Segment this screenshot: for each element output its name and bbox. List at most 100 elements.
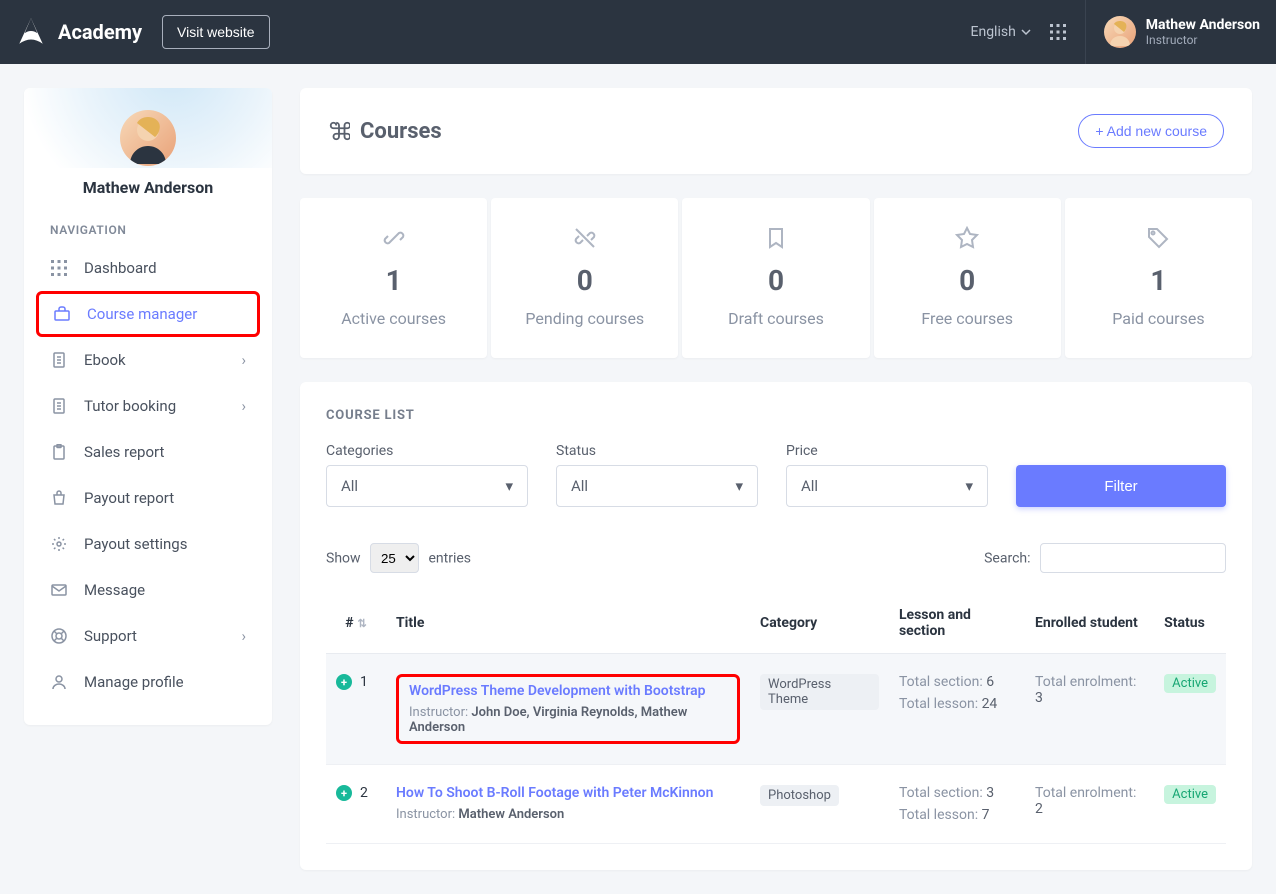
col-title[interactable]: Title <box>386 593 750 654</box>
stat-label: Pending courses <box>491 309 678 328</box>
col-category[interactable]: Category <box>750 593 889 654</box>
row-index: 2 <box>360 785 368 801</box>
chevron-down-icon <box>1021 27 1031 37</box>
enrol-label: Total enrolment <box>1035 785 1133 801</box>
sidebar-item-tutor-booking[interactable]: Tutor booking › <box>24 383 272 429</box>
lesson-label: Total lesson <box>899 696 975 712</box>
expand-row-icon[interactable]: + <box>336 674 352 690</box>
stat-label: Free courses <box>874 309 1061 328</box>
enrol-value: 2 <box>1035 801 1043 817</box>
brand[interactable]: Academy <box>14 15 142 49</box>
col-enrolled[interactable]: Enrolled student <box>1025 593 1154 654</box>
stat-active-courses[interactable]: 1 Active courses <box>300 198 487 358</box>
sort-icon: ⇅ <box>358 617 367 630</box>
categories-select[interactable]: All▾ <box>326 465 528 507</box>
sidebar-item-support[interactable]: Support › <box>24 613 272 659</box>
price-label: Price <box>786 443 988 459</box>
brand-logo-icon <box>14 15 48 49</box>
instructor-label: Instructor: <box>409 705 468 720</box>
apps-grid-icon[interactable] <box>1049 23 1067 41</box>
sidebar-item-payout-report[interactable]: Payout report <box>24 475 272 521</box>
categories-label: Categories <box>326 443 528 459</box>
add-course-button[interactable]: + Add new course <box>1078 114 1224 148</box>
user-menu[interactable]: Mathew Anderson Instructor <box>1085 0 1260 64</box>
document-icon <box>50 351 68 369</box>
sidebar-item-payout-settings[interactable]: Payout settings <box>24 521 272 567</box>
stat-free-courses[interactable]: 0 Free courses <box>874 198 1061 358</box>
status-select[interactable]: All▾ <box>556 465 758 507</box>
section-value: 6 <box>986 674 994 690</box>
sidebar-item-label: Course manager <box>87 305 197 323</box>
sidebar-item-label: Manage profile <box>84 673 184 691</box>
app-header: Academy Visit website English Mathew And… <box>0 0 1276 64</box>
language-selector[interactable]: English <box>971 24 1031 40</box>
stat-value: 1 <box>1065 264 1252 297</box>
sidebar-item-label: Message <box>84 581 145 599</box>
language-label: English <box>971 24 1016 40</box>
brand-name: Academy <box>58 20 142 44</box>
lesson-label: Total lesson <box>899 807 975 823</box>
instructor-names: Mathew Anderson <box>458 807 564 822</box>
col-status[interactable]: Status <box>1154 593 1226 654</box>
sidebar-item-manage-profile[interactable]: Manage profile <box>24 659 272 705</box>
stats-row: 1 Active courses 0 Pending courses 0 Dra… <box>300 198 1252 358</box>
sidebar-item-message[interactable]: Message <box>24 567 272 613</box>
expand-row-icon[interactable]: + <box>336 785 352 801</box>
unlink-icon <box>573 226 597 250</box>
visit-website-button[interactable]: Visit website <box>162 15 270 49</box>
clipboard-icon <box>50 443 68 461</box>
page-size-select[interactable]: 25 <box>370 543 419 573</box>
filters-row: Categories All▾ Status All▾ Price All▾ F… <box>326 443 1226 507</box>
show-label: Show <box>326 551 361 567</box>
caret-down-icon: ▾ <box>965 477 973 495</box>
filter-button[interactable]: Filter <box>1016 465 1226 507</box>
stat-pending-courses[interactable]: 0 Pending courses <box>491 198 678 358</box>
sidebar-item-dashboard[interactable]: Dashboard <box>24 245 272 291</box>
sidebar-item-label: Support <box>84 627 137 645</box>
col-idx[interactable]: #⇅ <box>326 593 386 654</box>
courses-table: #⇅ Title Category Lesson and section Enr… <box>326 593 1226 844</box>
bag-icon <box>50 489 68 507</box>
nav-heading: NAVIGATION <box>24 197 272 245</box>
enrol-value: 3 <box>1035 690 1043 706</box>
status-badge: Active <box>1164 785 1216 804</box>
row-index: 1 <box>360 674 368 690</box>
gear-icon <box>50 535 68 553</box>
stat-value: 1 <box>300 264 487 297</box>
sidebar-item-sales-report[interactable]: Sales report <box>24 429 272 475</box>
sidebar-item-label: Payout settings <box>84 535 187 553</box>
category-badge: WordPress Theme <box>760 674 879 710</box>
stat-value: 0 <box>682 264 869 297</box>
sidebar-item-course-manager[interactable]: Course manager <box>36 291 260 337</box>
sidebar-item-ebook[interactable]: Ebook › <box>24 337 272 383</box>
course-title-link[interactable]: WordPress Theme Development with Bootstr… <box>409 683 727 699</box>
page-title: Courses <box>360 119 442 144</box>
course-list-card: COURSE LIST Categories All▾ Status All▾ … <box>300 382 1252 870</box>
table-row: +1 WordPress Theme Development with Boot… <box>326 654 1226 765</box>
col-lesson[interactable]: Lesson and section <box>889 593 1025 654</box>
stat-paid-courses[interactable]: 1 Paid courses <box>1065 198 1252 358</box>
link-icon <box>382 226 406 250</box>
document-icon <box>50 397 68 415</box>
sidebar-item-label: Dashboard <box>84 259 157 277</box>
stat-label: Active courses <box>300 309 487 328</box>
section-title: COURSE LIST <box>326 408 1226 423</box>
search-label: Search: <box>984 551 1030 567</box>
sidebar-item-label: Tutor booking <box>84 397 176 415</box>
lesson-value: 7 <box>982 807 990 823</box>
person-icon <box>50 673 68 691</box>
section-label: Total section <box>899 785 979 801</box>
price-select[interactable]: All▾ <box>786 465 988 507</box>
tag-icon <box>1146 226 1170 250</box>
stat-draft-courses[interactable]: 0 Draft courses <box>682 198 869 358</box>
table-controls: Show 25 entries Search: <box>326 543 1226 573</box>
briefcase-icon <box>53 305 71 323</box>
caret-down-icon: ▾ <box>505 477 513 495</box>
chevron-right-icon: › <box>241 627 246 645</box>
search-input[interactable] <box>1040 543 1226 573</box>
command-icon <box>328 120 350 142</box>
chevron-right-icon: › <box>241 351 246 369</box>
main: Courses + Add new course 1 Active course… <box>300 88 1252 870</box>
bookmark-icon <box>764 226 788 250</box>
course-title-link[interactable]: How To Shoot B-Roll Footage with Peter M… <box>396 785 740 801</box>
